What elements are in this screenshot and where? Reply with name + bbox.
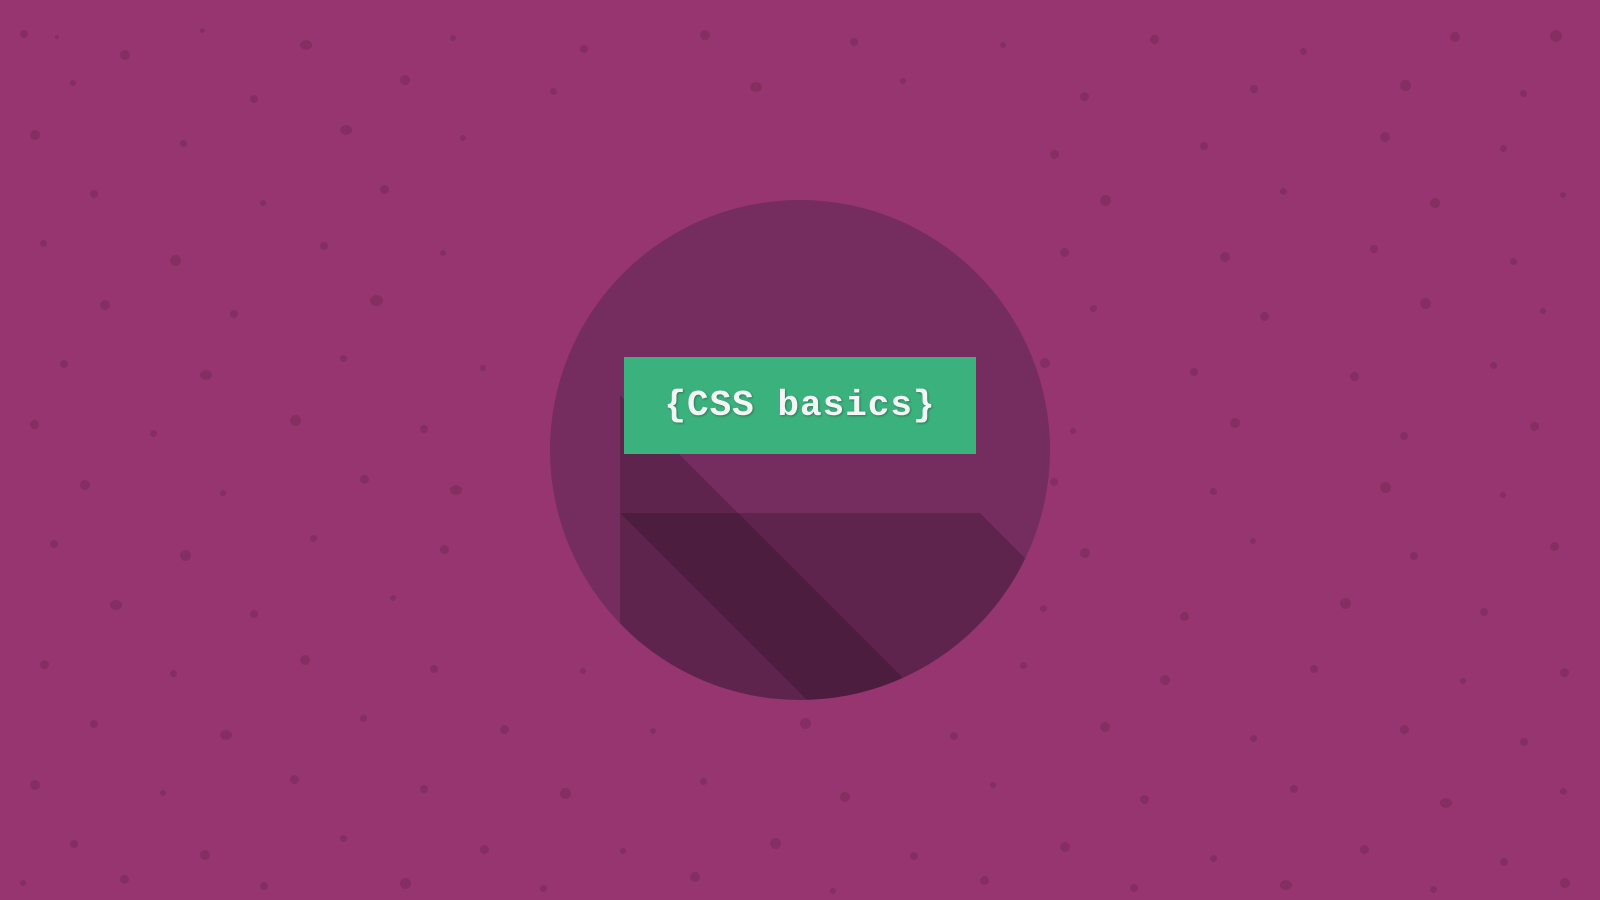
title-badge: {CSS basics} [624,357,975,454]
title-text: {CSS basics} [664,385,935,426]
hero-logo: {CSS basics} [550,200,1050,700]
